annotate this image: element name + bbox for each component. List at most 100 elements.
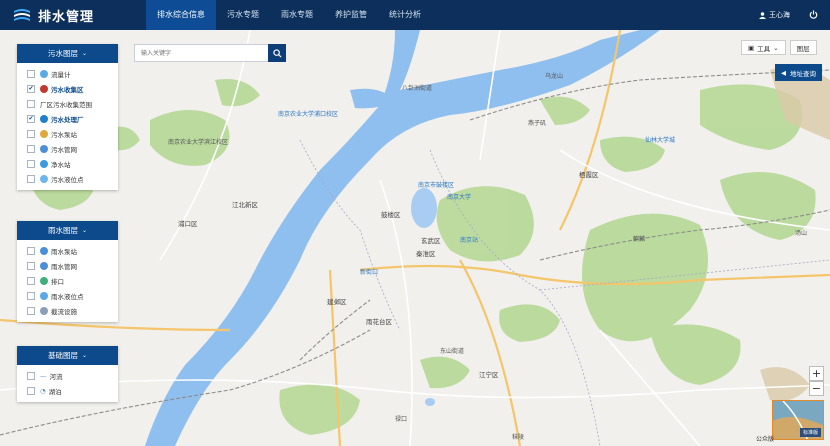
layer-purification-station[interactable]: 净水站: [17, 156, 118, 171]
nav-tab-overview[interactable]: 排水综合信息: [146, 0, 216, 30]
search-input[interactable]: [134, 44, 268, 62]
flowmeter-icon: [40, 69, 48, 78]
plant-icon: [40, 114, 48, 123]
base-panel-header[interactable]: 基础图层 ⌄: [17, 346, 118, 365]
minimap[interactable]: 标准版: [772, 400, 824, 440]
layer-plant-collection-range[interactable]: 厂区污水收集范围: [17, 96, 118, 111]
layer-outfall[interactable]: 排口: [17, 273, 118, 288]
layer-rain-pump[interactable]: 雨水泵站: [17, 243, 118, 258]
outfall-icon: [40, 276, 48, 285]
layer-flowmeter[interactable]: 流量计: [17, 66, 118, 81]
map-graphic: [0, 30, 830, 446]
checkbox[interactable]: [27, 99, 35, 108]
map-label: 南京站: [460, 237, 479, 244]
layer-sewage-level[interactable]: 污水液位点: [17, 171, 118, 186]
nav-tab-maintenance[interactable]: 养护监管: [324, 0, 378, 30]
checkbox[interactable]: ✔: [27, 84, 35, 93]
checkbox[interactable]: [27, 371, 35, 380]
checkbox[interactable]: [27, 386, 35, 395]
layer-lake[interactable]: ◔ 湖泊: [17, 383, 118, 398]
rain-panel-header[interactable]: 雨水图层 ⌄: [17, 221, 118, 240]
map-label: 禄口: [395, 416, 408, 423]
tools-dropdown[interactable]: ▣ 工具 ⌄: [741, 40, 786, 55]
panel-title: 雨水图层: [47, 226, 78, 235]
map-label: 雨花台区: [366, 318, 392, 326]
address-search-label: 地址查询: [790, 69, 816, 78]
layer-river[interactable]: — 河流: [17, 368, 118, 383]
layer-rain-level[interactable]: 雨水液位点: [17, 288, 118, 303]
map-label: 新街口: [360, 269, 379, 276]
layer-label: 河流: [49, 372, 63, 381]
base-layer-panel: 基础图层 ⌄ — 河流 ◔ 湖泊: [17, 346, 118, 402]
map-label: 仙林大学城: [645, 137, 676, 144]
checkbox[interactable]: [27, 246, 35, 255]
layer-switch-button[interactable]: 图层: [789, 40, 817, 55]
layer-rain-pipe[interactable]: 雨水管网: [17, 258, 118, 273]
map-canvas[interactable]: 南京农业大学滨江校区 南京农业大学浦口校区 八卦洲街道 燕子矶 乌龙山 仙林大学…: [0, 30, 830, 446]
layer-interception[interactable]: 截流设施: [17, 303, 118, 318]
map-label: 秣陵: [512, 434, 525, 441]
map-tools: ▣ 工具 ⌄ 图层: [741, 40, 817, 55]
map-label: 南京市鼓楼区: [418, 182, 455, 189]
chevron-down-icon: ⌄: [773, 43, 779, 52]
map-label: 燕子矶: [528, 120, 547, 127]
brand: 排水管理: [0, 6, 146, 25]
layer-sewage-pipe[interactable]: 污水管网: [17, 141, 118, 156]
layer-sewage-collection-area[interactable]: ✔ 污水收集区: [17, 81, 118, 96]
map-label: 玄武区: [421, 237, 441, 245]
checkbox[interactable]: ✔: [27, 114, 35, 123]
pump-icon: [40, 246, 48, 255]
checkbox[interactable]: [27, 306, 35, 315]
collection-area-icon: [40, 84, 48, 93]
map-label: 建邺区: [327, 298, 347, 306]
interception-icon: [40, 306, 48, 315]
layer-label: 湖泊: [48, 387, 62, 396]
map-label: 东山街道: [440, 348, 465, 355]
nav-tab-statistics[interactable]: 统计分析: [378, 0, 432, 30]
layer-label: 厂区污水收集范围: [40, 100, 92, 109]
chevron-down-icon: ⌄: [81, 352, 88, 359]
user-menu[interactable]: 王心海: [759, 0, 790, 30]
checkbox[interactable]: [27, 261, 35, 270]
layer-label: 污水泵站: [51, 130, 77, 139]
power-icon[interactable]: [809, 10, 818, 19]
layer-label: 污水管网: [51, 145, 77, 154]
layer-label: 污水收集区: [51, 85, 84, 94]
checkbox[interactable]: [27, 174, 35, 183]
sewage-panel-header[interactable]: 污水图层 ⌄: [17, 44, 118, 63]
layer-sewage-pump[interactable]: 污水泵站: [17, 126, 118, 141]
nav-tab-sewage[interactable]: 污水专题: [216, 0, 270, 30]
pipe-icon: [40, 261, 48, 270]
checkbox[interactable]: [27, 291, 35, 300]
zoom-in-button[interactable]: +: [809, 366, 824, 381]
checkbox[interactable]: [27, 276, 35, 285]
zoom-out-button[interactable]: −: [809, 381, 824, 396]
map-label: 栖霞区: [579, 171, 599, 179]
panel-title: 基础图层: [47, 351, 78, 360]
nav-tab-rain[interactable]: 雨水专题: [270, 0, 324, 30]
layer-sewage-plant[interactable]: ✔ 污水处理厂: [17, 111, 118, 126]
user-name: 王心海: [769, 11, 790, 19]
layer-label: 污水处理厂: [51, 115, 84, 124]
rain-layer-panel: 雨水图层 ⌄ 雨水泵站 雨水管网 排口 雨水液位点 截流设施: [17, 221, 118, 322]
search-button[interactable]: [268, 44, 286, 62]
checkbox[interactable]: [27, 129, 35, 138]
user-icon: [759, 11, 766, 19]
map-label: 南京农业大学滨江校区: [168, 139, 229, 146]
search-icon: [272, 48, 282, 58]
map-label: 浦口区: [178, 220, 198, 228]
layer-label: 流量计: [51, 70, 71, 79]
layer-label: 排口: [51, 277, 64, 286]
checkbox[interactable]: [27, 69, 35, 78]
map-label: 乌龙山: [545, 73, 564, 80]
map-label: 江宁区: [479, 371, 499, 379]
layer-label: 雨水泵站: [51, 247, 77, 256]
checkbox[interactable]: [27, 144, 35, 153]
address-search-button[interactable]: ◀ 地址查询: [775, 64, 822, 81]
sewage-layer-panel: 污水图层 ⌄ 流量计 ✔ 污水收集区 厂区污水收集范围 ✔ 污水处理厂 污水泵站 污水…: [17, 44, 118, 190]
map-label: 麒麟: [633, 236, 646, 243]
checkbox[interactable]: [27, 159, 35, 168]
chevron-down-icon: ⌄: [81, 227, 88, 234]
map-credit: 公众版: [756, 436, 775, 443]
layer-label: 污水液位点: [51, 175, 84, 184]
